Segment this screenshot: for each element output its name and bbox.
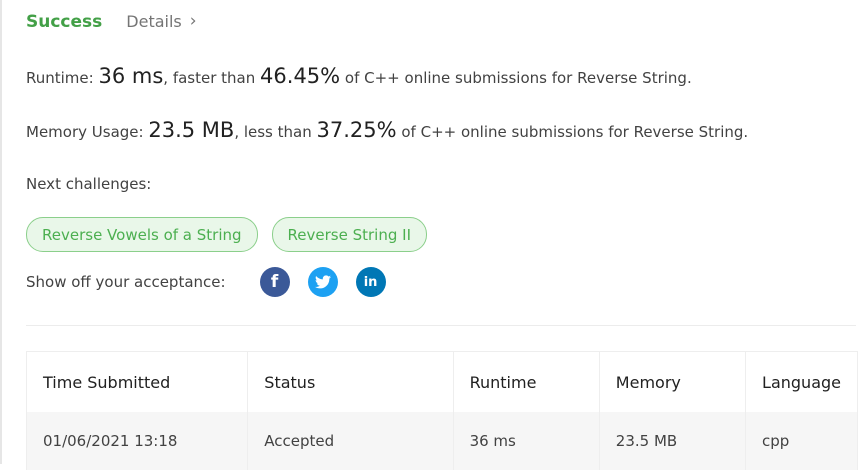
memory-comparison: , less than <box>234 123 312 141</box>
cell-memory: 23.5 MB <box>598 412 747 470</box>
next-challenges-label: Next challenges: <box>26 175 152 193</box>
twitter-icon[interactable] <box>307 267 338 297</box>
column-header[interactable]: Memory <box>598 351 747 412</box>
share-icons: f in <box>259 267 386 297</box>
runtime-value: 36 ms <box>98 64 164 88</box>
column-header[interactable]: Language <box>745 351 858 412</box>
memory-value: 23.5 MB <box>148 118 235 142</box>
share-label: Show off your acceptance: <box>26 273 226 291</box>
column-header[interactable]: Status <box>247 351 454 412</box>
result-header: Success Details › <box>26 12 197 32</box>
status-title: Success <box>26 12 103 32</box>
left-border <box>0 0 2 464</box>
cell-time: 01/06/2021 13:18 <box>25 412 249 470</box>
runtime-label: Runtime: <box>26 69 94 87</box>
runtime-comparison: , faster than <box>163 69 256 87</box>
next-challenges: Reverse Vowels of a String Reverse Strin… <box>26 217 427 252</box>
runtime-percent: 46.45% <box>260 64 341 88</box>
cell-runtime: 36 ms <box>452 412 600 470</box>
share-row: Show off your acceptance: f in <box>26 267 386 297</box>
table-row[interactable]: 01/06/2021 13:18 Accepted 36 ms 23.5 MB … <box>25 412 858 470</box>
column-header[interactable]: Runtime <box>452 351 600 412</box>
challenge-chip[interactable]: Reverse String II <box>271 217 427 252</box>
status-link[interactable]: Accepted <box>247 412 454 470</box>
facebook-icon[interactable]: f <box>259 267 290 297</box>
memory-suffix: of C++ online submissions for Reverse St… <box>401 123 749 141</box>
submissions-table: Time Submitted Status Runtime Memory Lan… <box>25 351 858 470</box>
cell-language: cpp <box>745 412 858 470</box>
divider <box>26 325 856 326</box>
challenge-chip[interactable]: Reverse Vowels of a String <box>26 217 258 252</box>
table-header-row: Time Submitted Status Runtime Memory Lan… <box>25 351 858 412</box>
runtime-line: Runtime: 36 ms, faster than 46.45% of C+… <box>26 64 692 88</box>
memory-percent: 37.25% <box>316 118 397 142</box>
column-header[interactable]: Time Submitted <box>25 351 249 412</box>
chevron-right-icon: › <box>189 11 197 31</box>
linkedin-icon[interactable]: in <box>355 267 386 297</box>
details-label: Details <box>126 12 182 31</box>
runtime-suffix: of C++ online submissions for Reverse St… <box>344 69 692 87</box>
memory-line: Memory Usage: 23.5 MB, less than 37.25% … <box>26 118 748 142</box>
memory-label: Memory Usage: <box>26 123 144 141</box>
details-link[interactable]: Details › <box>126 12 196 31</box>
